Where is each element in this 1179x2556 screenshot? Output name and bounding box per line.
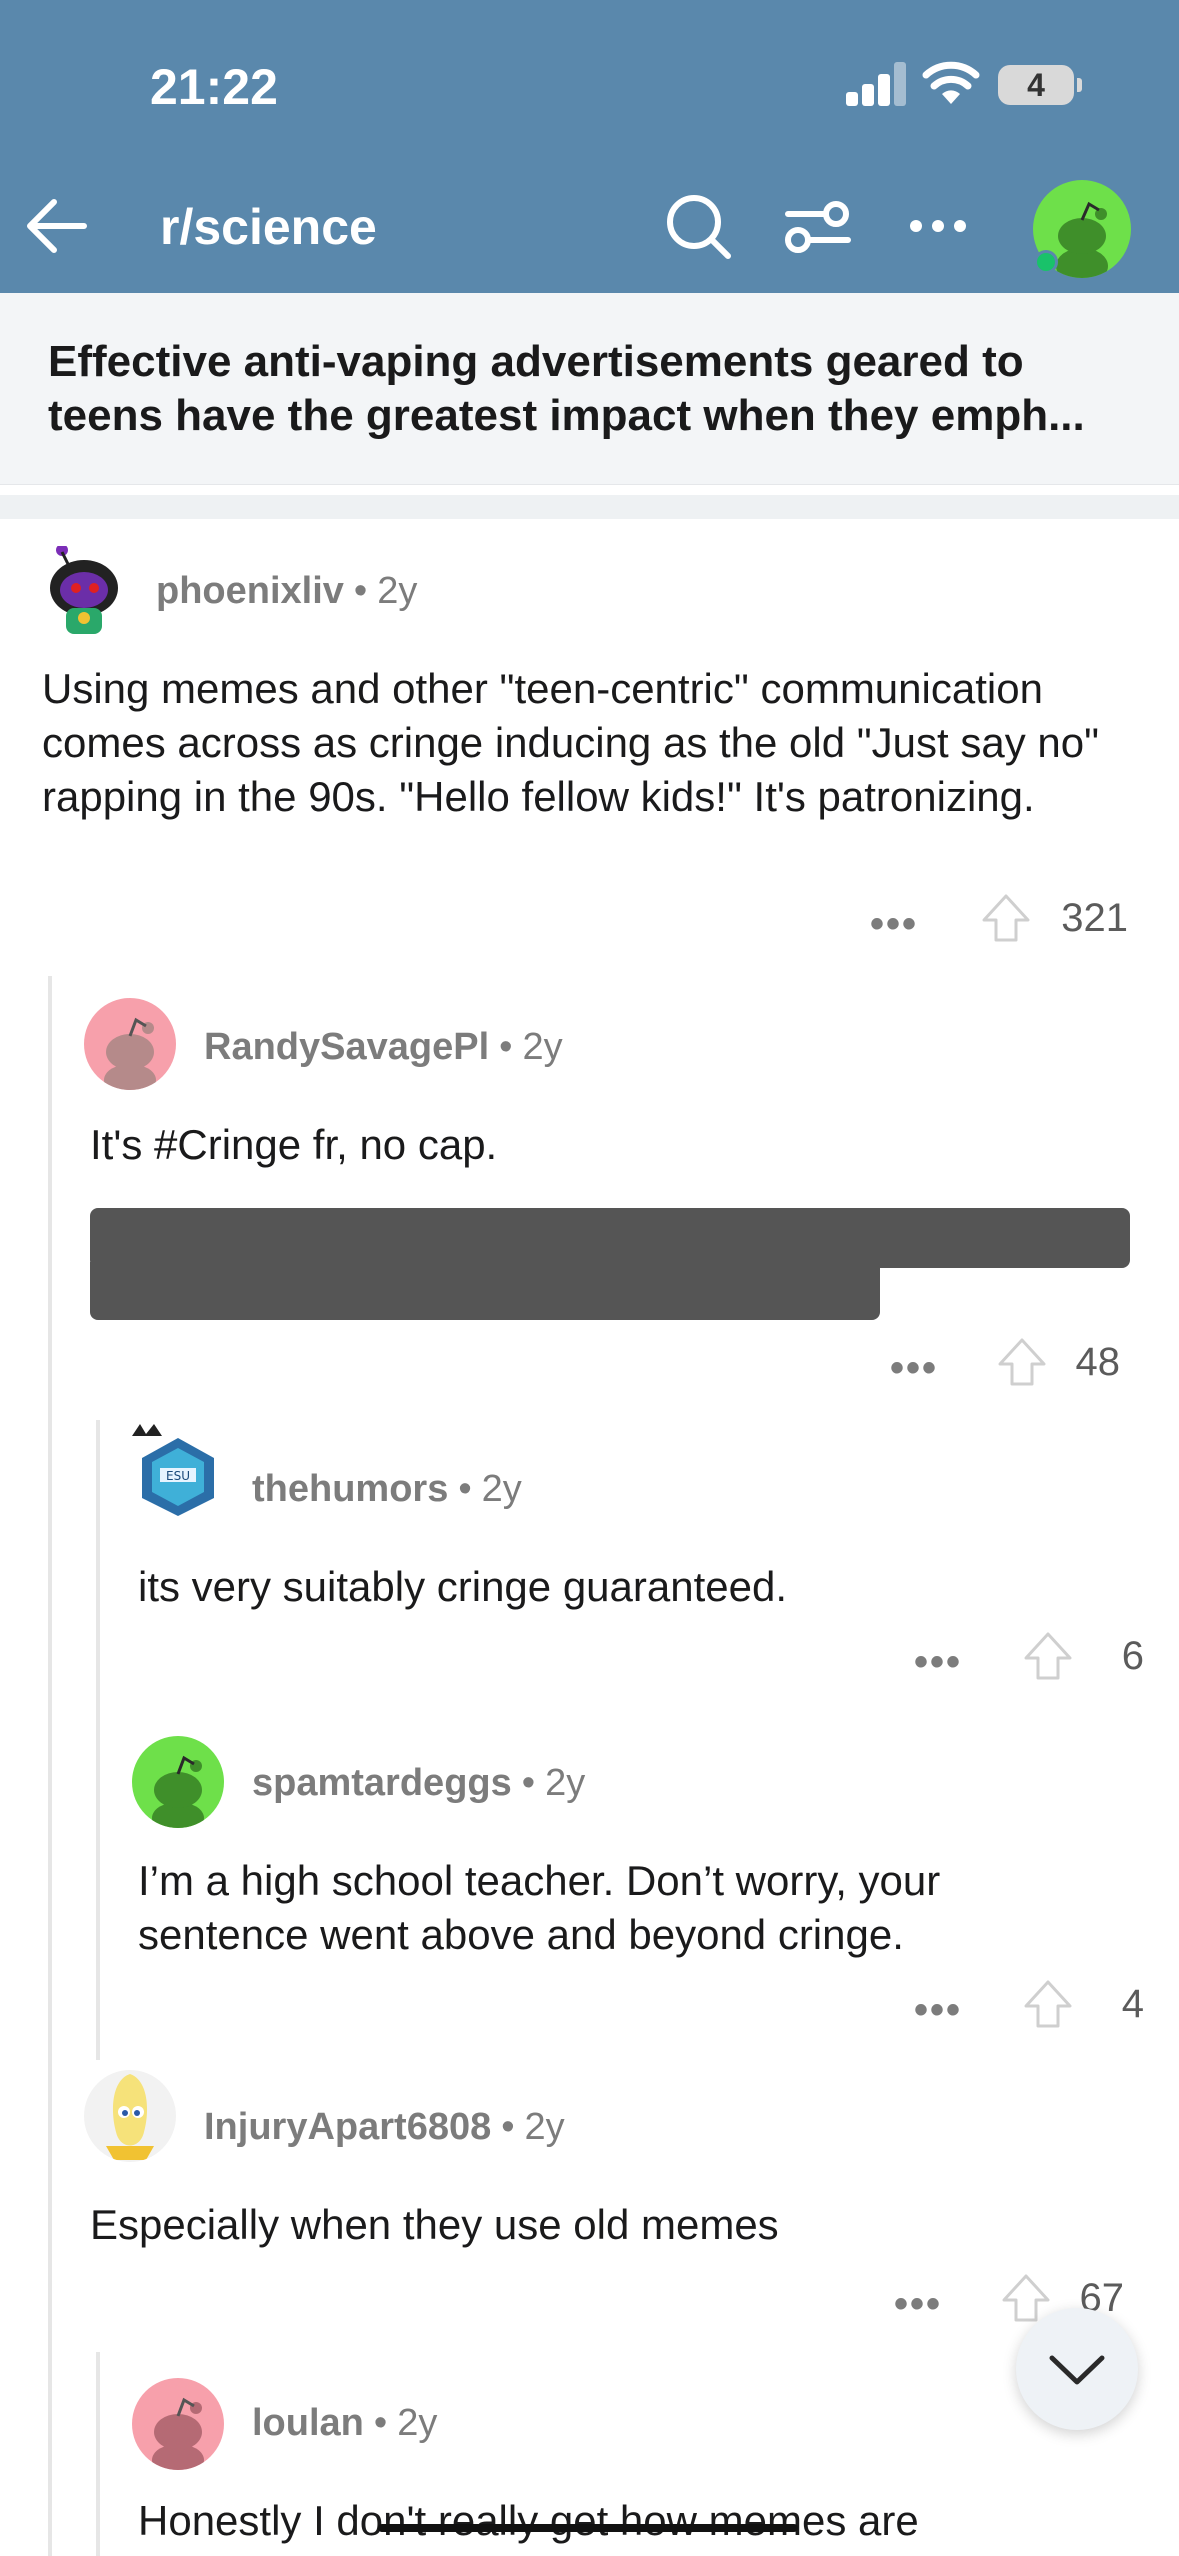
comment-score: 4 xyxy=(1121,1982,1144,2026)
comment-score: 48 xyxy=(1075,1340,1121,1384)
comment-body: I’m a high school teacher. Don’t worry, … xyxy=(138,1857,941,1958)
avatar[interactable] xyxy=(84,998,176,1090)
online-status-dot xyxy=(1034,250,1058,274)
thread-line xyxy=(48,976,52,2556)
more-options-icon[interactable]: ••• xyxy=(914,1988,962,2033)
comment-body: It's #Cringe fr, no cap. xyxy=(90,1121,498,1168)
comment-body: its very suitably cringe guaranteed. xyxy=(138,1563,788,1610)
comment-actions: ••• 48 xyxy=(890,1336,1150,1396)
battery-indicator: 4 xyxy=(998,65,1082,105)
separator-dot: • xyxy=(501,2106,515,2148)
upvote-icon[interactable] xyxy=(980,892,1032,944)
comment-author[interactable]: thehumors xyxy=(252,1468,448,1510)
comment-author[interactable]: RandySavagePl xyxy=(204,1026,489,1068)
separator-dot: • xyxy=(353,570,368,612)
comment-meta: loulan • 2y xyxy=(252,2402,437,2445)
more-options-icon[interactable] xyxy=(902,190,974,262)
post-title: Effective anti-vaping advertisements gea… xyxy=(48,337,1085,440)
app-header: 21:22 4 r/science xyxy=(0,0,1179,293)
search-icon[interactable] xyxy=(662,190,734,262)
comment-age: 2y xyxy=(545,1762,586,1804)
comment-actions: ••• 6 xyxy=(914,1630,1154,1690)
comment-age: 2y xyxy=(397,2402,438,2444)
avatar[interactable] xyxy=(132,2378,224,2470)
avatar[interactable] xyxy=(84,2070,176,2162)
cellular-signal-icon xyxy=(846,62,906,106)
wifi-icon xyxy=(922,61,980,104)
separator-dot: • xyxy=(521,1762,536,1804)
separator-dot: • xyxy=(499,1026,513,1068)
comment-body: Using memes and other "teen-centric" com… xyxy=(42,665,1100,820)
comment-age: 2y xyxy=(522,1026,563,1068)
section-divider xyxy=(0,495,1179,519)
comment-actions: ••• 321 xyxy=(870,892,1130,952)
separator-dot: • xyxy=(458,1468,472,1510)
comment-age: 2y xyxy=(481,1468,522,1510)
comment-score: 6 xyxy=(1121,1634,1144,1678)
separator-dot: • xyxy=(373,2402,388,2444)
post-title-bar[interactable]: Effective anti-vaping advertisements gea… xyxy=(0,293,1179,485)
more-options-icon[interactable]: ••• xyxy=(870,902,918,947)
comment-meta: phoenixliv • 2y xyxy=(156,570,417,613)
comment-body: Honestly I don't really get how memes ar… xyxy=(138,2497,919,2544)
comment-meta: spamtardeggs • 2y xyxy=(252,1762,585,1805)
comment-author[interactable]: phoenixliv xyxy=(156,570,344,612)
comment-meta: InjuryApart6808 • 2y xyxy=(204,2106,565,2149)
thread-line xyxy=(96,2352,100,2556)
more-options-icon[interactable]: ••• xyxy=(894,2282,942,2327)
avatar[interactable]: ESU xyxy=(132,1424,224,1516)
back-arrow-icon[interactable] xyxy=(22,190,94,262)
comment-author[interactable]: spamtardeggs xyxy=(252,1762,512,1804)
thread-line xyxy=(96,1420,100,2060)
next-comment-button[interactable] xyxy=(1016,2308,1138,2430)
comment-author[interactable]: InjuryApart6808 xyxy=(204,2106,491,2148)
comment-meta: thehumors • 2y xyxy=(252,1468,522,1511)
comment-age: 2y xyxy=(377,570,418,612)
comment-score: 321 xyxy=(1061,896,1128,940)
comment-meta: RandySavagePl • 2y xyxy=(204,1026,563,1069)
avatar[interactable] xyxy=(132,1736,224,1828)
avatar[interactable] xyxy=(38,544,130,638)
chevron-down-icon xyxy=(1049,2355,1105,2385)
comment-actions: ••• 4 xyxy=(914,1978,1154,2038)
svg-text:ESU: ESU xyxy=(166,1469,190,1483)
redacted-image xyxy=(90,1208,1130,1268)
filter-icon[interactable] xyxy=(782,190,854,262)
comment-body: Especially when they use old memes xyxy=(90,2201,779,2248)
status-time: 21:22 xyxy=(150,59,278,115)
more-options-icon[interactable]: ••• xyxy=(914,1640,962,1685)
comment-age: 2y xyxy=(524,2106,565,2148)
more-options-icon[interactable]: ••• xyxy=(890,1346,938,1391)
subreddit-title[interactable]: r/science xyxy=(160,198,377,256)
redacted-image xyxy=(90,1262,880,1320)
comment-author[interactable]: loulan xyxy=(252,2402,364,2444)
strikethrough-mark xyxy=(378,2524,798,2532)
